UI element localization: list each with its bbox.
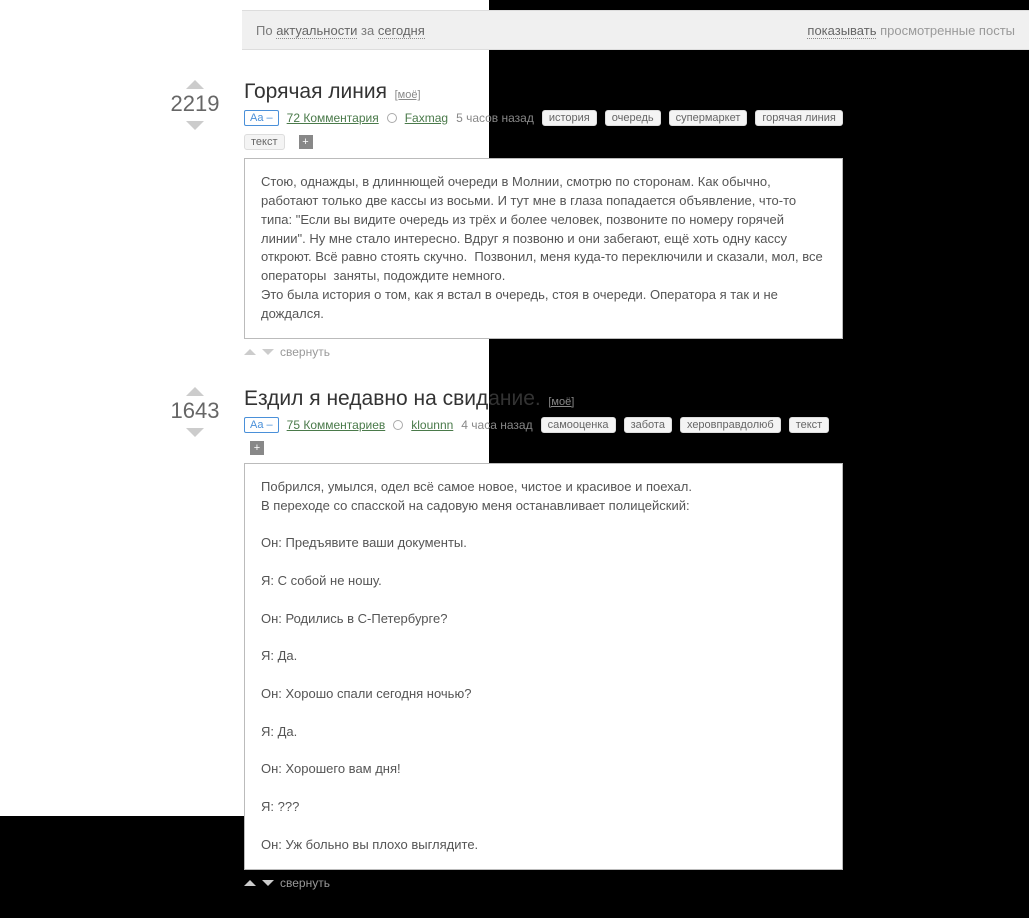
post-title[interactable]: Горячая линия bbox=[244, 80, 387, 103]
collapse-row: свернуть bbox=[244, 345, 843, 359]
post-content: Побрился, умылся, одел всё самое новое, … bbox=[244, 463, 843, 870]
tag[interactable]: текст bbox=[244, 134, 285, 150]
vote-column: 1643 bbox=[160, 387, 230, 437]
show-suffix: просмотренные посты bbox=[876, 23, 1015, 38]
add-tag-button[interactable]: + bbox=[299, 135, 313, 149]
text-size-button[interactable]: Aa – bbox=[244, 110, 279, 126]
my-tag[interactable]: [моё] bbox=[548, 396, 574, 408]
sort-prefix: По bbox=[256, 23, 276, 38]
tag[interactable]: горячая линия bbox=[755, 110, 842, 126]
collapse-down-icon[interactable] bbox=[262, 880, 274, 886]
collapse-label[interactable]: свернуть bbox=[280, 345, 330, 359]
post: 1643 Ездил я недавно на свидание. [моё] … bbox=[0, 387, 1029, 890]
upvote-icon[interactable] bbox=[186, 387, 204, 396]
downvote-icon[interactable] bbox=[186, 428, 204, 437]
collapse-up-icon[interactable] bbox=[244, 349, 256, 355]
user-icon bbox=[393, 420, 403, 430]
tag[interactable]: история bbox=[542, 110, 597, 126]
show-viewed-toggle: показывать просмотренные посты bbox=[807, 23, 1015, 38]
post-content: Стою, однажды, в длиннющей очереди в Мол… bbox=[244, 158, 843, 339]
collapse-label[interactable]: свернуть bbox=[280, 876, 330, 890]
vote-column: 2219 bbox=[160, 80, 230, 130]
tag[interactable]: текст bbox=[789, 417, 830, 433]
post-score: 2219 bbox=[160, 91, 230, 117]
show-link[interactable]: показывать bbox=[807, 23, 876, 39]
sort-bar: По актуальности за сегодня показывать пр… bbox=[242, 10, 1029, 50]
sort-controls: По актуальности за сегодня bbox=[256, 23, 425, 38]
comments-link[interactable]: 75 Комментариев bbox=[287, 418, 386, 432]
tag[interactable]: очередь bbox=[605, 110, 661, 126]
tag[interactable]: херовправдолюб bbox=[680, 417, 781, 433]
period-link[interactable]: сегодня bbox=[378, 23, 425, 39]
text-size-button[interactable]: Aa – bbox=[244, 417, 279, 433]
post-title[interactable]: Ездил я недавно на свидание. bbox=[244, 387, 541, 410]
author-link[interactable]: klounnn bbox=[411, 418, 453, 432]
add-tag-button[interactable]: + bbox=[250, 441, 264, 455]
collapse-row: свернуть bbox=[244, 876, 843, 890]
post-time: 5 часов назад bbox=[456, 111, 534, 125]
upvote-icon[interactable] bbox=[186, 80, 204, 89]
downvote-icon[interactable] bbox=[186, 121, 204, 130]
post-meta: Aa – 72 Комментария Faxmag 5 часов назад… bbox=[244, 110, 843, 150]
collapse-down-icon[interactable] bbox=[262, 349, 274, 355]
collapse-up-icon[interactable] bbox=[244, 880, 256, 886]
post-time: 4 часа назад bbox=[461, 418, 532, 432]
sort-mode-link[interactable]: актуальности bbox=[276, 23, 357, 39]
post-feed: 2219 Горячая линия [моё] Aa – 72 Коммент… bbox=[0, 80, 1029, 918]
tag[interactable]: забота bbox=[624, 417, 672, 433]
tag[interactable]: самооценка bbox=[541, 417, 616, 433]
post-score: 1643 bbox=[160, 398, 230, 424]
tag[interactable]: супермаркет bbox=[669, 110, 748, 126]
user-icon bbox=[387, 113, 397, 123]
author-link[interactable]: Faxmag bbox=[405, 111, 448, 125]
my-tag[interactable]: [моё] bbox=[395, 89, 421, 101]
post-meta: Aa – 75 Комментариев klounnn 4 часа наза… bbox=[244, 417, 843, 455]
post: 2219 Горячая линия [моё] Aa – 72 Коммент… bbox=[0, 80, 1029, 359]
comments-link[interactable]: 72 Комментария bbox=[287, 111, 379, 125]
period-prefix: за bbox=[357, 23, 377, 38]
